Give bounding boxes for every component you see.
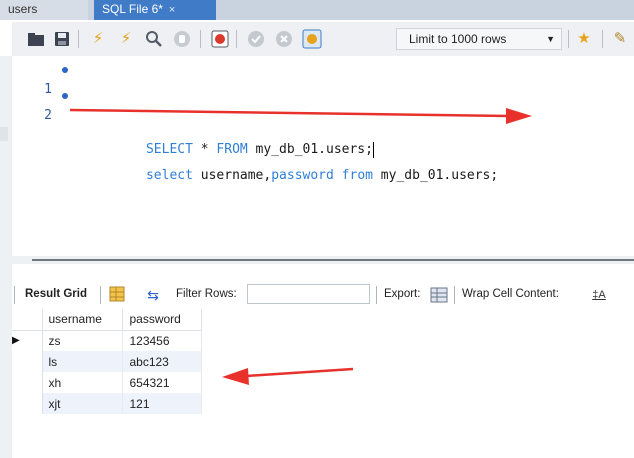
annotation-arrow-grid <box>222 367 354 385</box>
annotation-arrows <box>69 108 532 385</box>
annotation-arrow-editor <box>69 108 532 124</box>
